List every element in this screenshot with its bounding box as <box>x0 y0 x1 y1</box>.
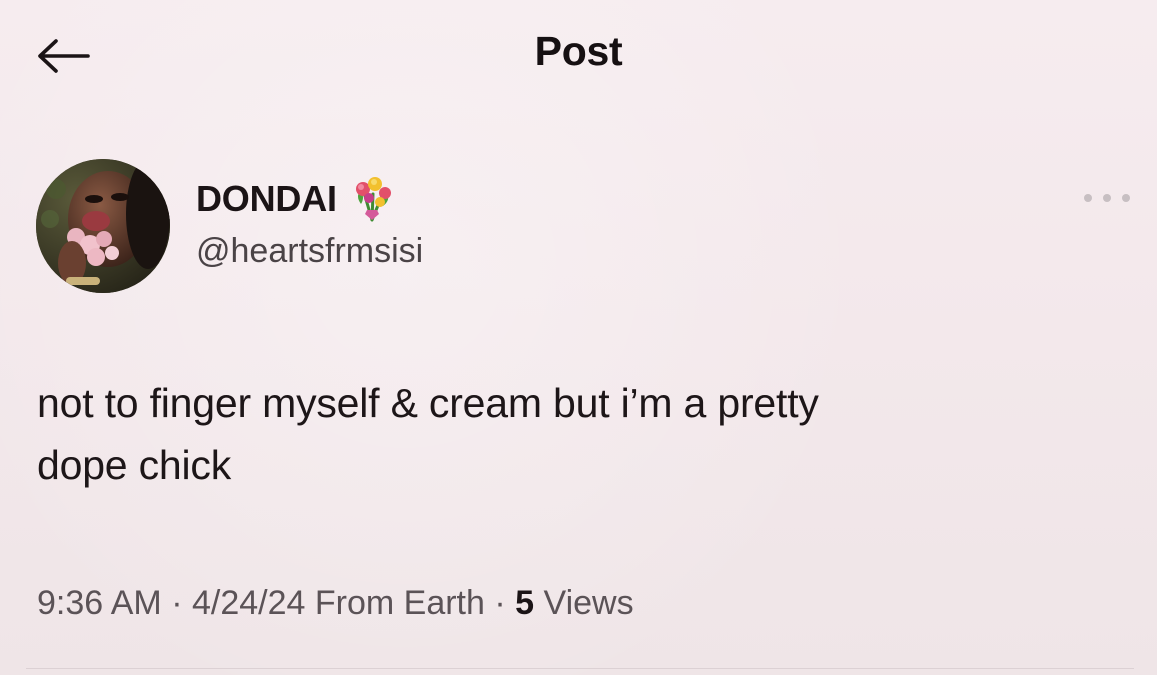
post-time[interactable]: 9:36 AM <box>37 584 162 622</box>
author-name[interactable]: DONDAI <box>196 178 337 220</box>
more-options-button[interactable] <box>1084 184 1130 212</box>
more-horizontal-icon <box>1103 194 1111 202</box>
post-text-line: not to finger myself & cream but i’m a p… <box>37 380 819 426</box>
avatar[interactable] <box>36 159 170 293</box>
profile-photo <box>36 159 170 293</box>
post-text: not to finger myself & cream but i’m a p… <box>37 372 1097 496</box>
more-horizontal-icon <box>1122 194 1130 202</box>
page-title: Post <box>534 28 623 74</box>
meta-separator: · <box>161 584 192 622</box>
post-text-line: dope chick <box>37 442 232 488</box>
post-date[interactable]: 4/24/24 <box>192 584 305 622</box>
bouquet-icon <box>347 174 397 224</box>
post-meta: 9:36 AM · 4/24/24 From Earth · 5 Views <box>37 584 634 623</box>
post-screen: Post DONDAI @heartsfrmsisi not to finger… <box>0 0 1157 675</box>
more-horizontal-icon <box>1084 194 1092 202</box>
author-handle[interactable]: @heartsfrmsisi <box>196 232 423 271</box>
views-label[interactable]: Views <box>544 584 634 622</box>
meta-separator: · <box>484 584 516 622</box>
views-count[interactable]: 5 <box>515 584 534 622</box>
top-bar: Post <box>0 0 1157 115</box>
divider <box>26 668 1134 669</box>
post-source: From Earth <box>314 584 485 622</box>
author-name-row: DONDAI <box>196 172 397 226</box>
